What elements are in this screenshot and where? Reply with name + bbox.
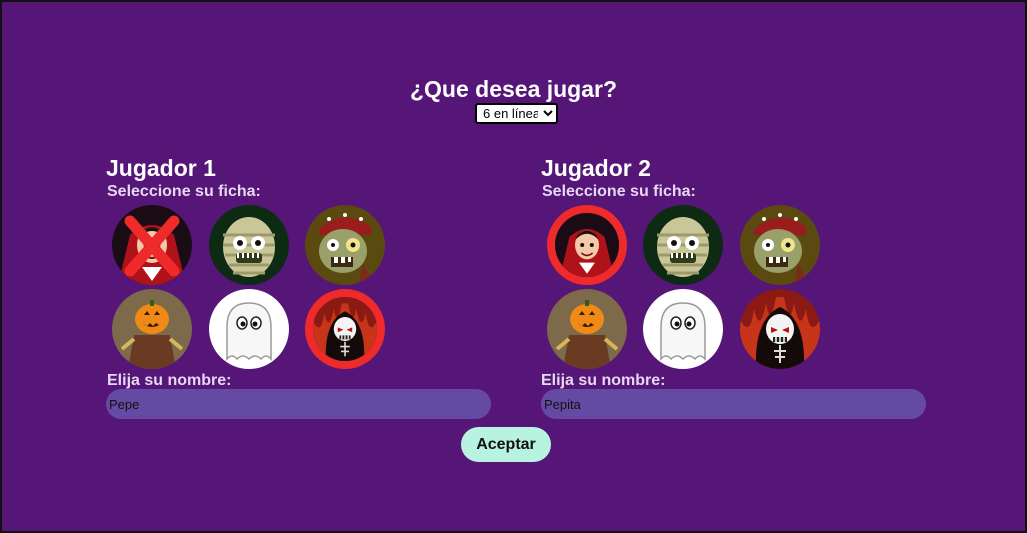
game-setup-window: ¿Que desea jugar? 6 en línea Jugador 1 S… [0, 0, 1027, 533]
p2-token-pumpkin-scarecrow[interactable] [547, 289, 627, 369]
reaper-icon [313, 297, 377, 361]
mummy-icon [209, 205, 289, 285]
p1-token-reaper[interactable] [305, 289, 385, 369]
p1-token-vampire[interactable] [112, 205, 192, 285]
pumpkin-scarecrow-icon [547, 289, 627, 369]
unavailable-cross-icon [124, 215, 180, 277]
player-1-token-label: Seleccione su ficha: [107, 183, 261, 200]
player-1-token-grid [106, 202, 506, 372]
mummy-icon [643, 205, 723, 285]
p1-token-ghost[interactable] [209, 289, 289, 369]
p2-token-reaper[interactable] [740, 289, 820, 369]
player-2-name-input[interactable] [541, 389, 926, 419]
p2-token-ghost[interactable] [643, 289, 723, 369]
pirate-zombie-icon [305, 205, 385, 285]
p1-token-pumpkin-scarecrow[interactable] [112, 289, 192, 369]
p1-token-pirate-zombie[interactable] [305, 205, 385, 285]
player-1-panel: Jugador 1 Seleccione su ficha: [106, 155, 506, 372]
page-title: ¿Que desea jugar? [409, 76, 618, 102]
p2-token-mummy[interactable] [643, 205, 723, 285]
p1-token-mummy[interactable] [209, 205, 289, 285]
vampire-icon [555, 213, 619, 277]
pirate-zombie-icon [740, 205, 820, 285]
player-2-token-grid [541, 202, 941, 372]
player-2-name-label: Elija su nombre: [541, 372, 666, 389]
player-1-title: Jugador 1 [106, 155, 216, 181]
reaper-icon [740, 289, 820, 369]
player-2-token-label: Seleccione su ficha: [542, 183, 696, 200]
player-1-name-label: Elija su nombre: [107, 372, 232, 389]
player-1-name-input[interactable] [106, 389, 491, 419]
p2-token-vampire[interactable] [547, 205, 627, 285]
ghost-icon [209, 289, 289, 369]
p2-token-pirate-zombie[interactable] [740, 205, 820, 285]
pumpkin-scarecrow-icon [112, 289, 192, 369]
ghost-icon [643, 289, 723, 369]
accept-button[interactable]: Aceptar [461, 427, 551, 462]
player-2-panel: Jugador 2 Seleccione su ficha: [541, 155, 941, 372]
game-mode-select[interactable]: 6 en línea [475, 103, 558, 124]
player-2-title: Jugador 2 [541, 155, 651, 181]
